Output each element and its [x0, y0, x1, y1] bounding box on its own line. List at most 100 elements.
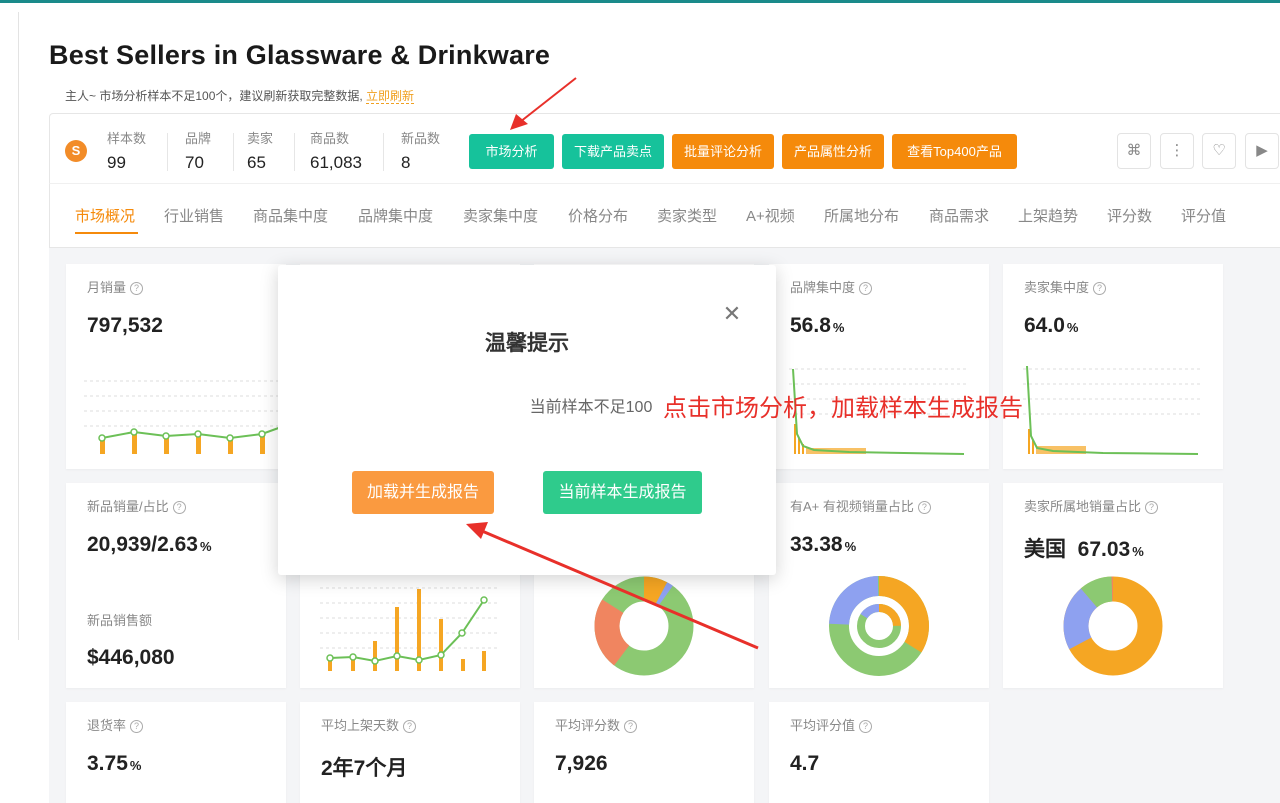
view-top400-button[interactable]: 查看Top400产品 — [892, 134, 1017, 169]
stat-product-count: 商品数 61,083 — [310, 128, 362, 173]
generate-current-sample-button[interactable]: 当前样本生成报告 — [543, 471, 702, 514]
help-icon[interactable]: ? — [130, 720, 144, 733]
seller-concentration-chart — [1023, 365, 1203, 455]
card-value: 7,926 — [555, 752, 608, 775]
card-value: 20,939/2.63% — [87, 533, 212, 557]
aplus-donut-chart — [829, 576, 929, 676]
help-icon[interactable]: ? — [917, 501, 931, 514]
card-label-text: 新品销量/占比 — [87, 499, 169, 514]
card-value: 797,532 — [87, 314, 163, 337]
stat-label: 样本数 — [107, 131, 147, 146]
card-aplus-video: 有A+ 有视频销量占比? 33.38% — [769, 483, 989, 688]
card-brand-concentration: 品牌集中度? 56.8% — [769, 264, 989, 469]
tab-location-distribution[interactable]: 所属地分布 — [824, 205, 899, 226]
help-icon[interactable]: ? — [1145, 501, 1159, 514]
value-unit: % — [199, 539, 212, 554]
help-icon[interactable]: ? — [859, 720, 873, 733]
card-value: 33.38% — [790, 533, 856, 557]
card-label-text: 有A+ 有视频销量占比 — [790, 499, 914, 514]
heart-icon[interactable]: ♡ — [1202, 133, 1236, 169]
price-donut-chart — [594, 576, 694, 676]
tab-aplus-video[interactable]: A+视频 — [746, 205, 795, 226]
location-donut-chart — [1063, 576, 1163, 676]
tab-listing-trend[interactable]: 上架趋势 — [1018, 205, 1078, 226]
stat-divider — [233, 133, 234, 171]
card-avg-rating: 平均评分值? 4.7 — [769, 702, 989, 803]
card-value: 56.8% — [790, 314, 844, 338]
tab-price-distribution[interactable]: 价格分布 — [568, 205, 628, 226]
value-number: 3.75 — [87, 752, 128, 775]
top-accent-bar — [0, 0, 1280, 3]
stat-label: 品牌 — [185, 131, 212, 146]
tab-review-count[interactable]: 评分数 — [1107, 205, 1152, 226]
sellersprite-logo-icon: S — [65, 140, 87, 162]
page-title: Best Sellers in Glassware & Drinkware — [49, 40, 551, 70]
tab-product-demand[interactable]: 商品需求 — [929, 205, 989, 226]
card-value: 64.0% — [1024, 314, 1078, 338]
attribute-analysis-button[interactable]: 产品属性分析 — [782, 134, 884, 169]
card-label: 退货率? — [87, 715, 144, 734]
tab-industry-sales[interactable]: 行业销售 — [164, 205, 224, 226]
card-label-text: 平均评分值 — [790, 718, 856, 733]
card-label: 品牌集中度? — [790, 277, 873, 296]
card-value: 美国 67.03% — [1024, 533, 1144, 563]
help-icon[interactable]: ? — [130, 282, 144, 295]
refresh-link[interactable]: 立即刷新 — [366, 89, 415, 104]
stat-label: 商品数 — [310, 131, 350, 146]
value-number: 33.38 — [790, 533, 843, 556]
card-value: 4.7 — [790, 752, 820, 775]
tab-seller-concentration[interactable]: 卖家集中度 — [463, 205, 538, 226]
card-value: 2年7个月 — [321, 757, 408, 780]
load-and-generate-button[interactable]: 加载并生成报告 — [352, 471, 494, 514]
stat-brand-count: 品牌 70 — [185, 128, 211, 173]
card-label-text: 卖家所属地销量占比 — [1024, 499, 1142, 514]
card-avg-review-count: 平均评分数? 7,926 — [534, 702, 754, 803]
help-icon[interactable]: ? — [172, 501, 186, 514]
card-label-text: 月销量 — [87, 280, 127, 295]
card-label: 卖家集中度? — [1024, 277, 1107, 296]
card-label: 平均上架天数? — [321, 715, 417, 734]
value-unit: % — [1066, 320, 1079, 335]
card-new-product-sales: 新品销量/占比? 20,939/2.63% 新品销售额 $446,080 — [66, 483, 286, 688]
download-selling-points-button[interactable]: 下载产品卖点 — [562, 134, 664, 169]
card-label: 月销量? — [87, 277, 144, 296]
play-icon[interactable]: ▶ — [1245, 133, 1279, 169]
card-label: 卖家所属地销量占比? — [1024, 496, 1159, 515]
card-sub-value: $446,080 — [87, 646, 175, 669]
batch-review-analysis-button[interactable]: 批量评论分析 — [672, 134, 774, 169]
value-unit: % — [844, 539, 857, 554]
card-label-text: 平均评分数 — [555, 718, 621, 733]
card-return-rate: 退货率? 3.75% — [66, 702, 286, 803]
stat-new-product-count: 新品数 8 — [401, 128, 440, 173]
sample-notice: 主人~ 市场分析样本不足100个，建议刷新获取完整数据, 立即刷新 — [65, 87, 415, 104]
stat-divider — [383, 133, 384, 171]
help-icon[interactable]: ? — [624, 720, 638, 733]
tab-market-overview[interactable]: 市场概况 — [75, 205, 135, 226]
command-icon[interactable]: ⌘ — [1117, 133, 1151, 169]
card-seller-concentration: 卖家集中度? 64.0% — [1003, 264, 1223, 469]
tab-brand-concentration[interactable]: 品牌集中度 — [358, 205, 433, 226]
value-number: 20,939/2.63 — [87, 533, 198, 556]
country-name: 美国 — [1024, 538, 1066, 561]
tab-product-concentration[interactable]: 商品集中度 — [253, 205, 328, 226]
tab-rating-value[interactable]: 评分值 — [1181, 205, 1226, 226]
help-icon[interactable]: ? — [403, 720, 417, 733]
stat-label: 卖家 — [247, 131, 274, 146]
stat-label: 新品数 — [401, 131, 441, 146]
help-icon[interactable]: ? — [1093, 282, 1107, 295]
market-analysis-button[interactable]: 市场分析 — [469, 134, 554, 169]
stat-value: 8 — [401, 153, 411, 172]
value-unit: % — [1132, 544, 1144, 559]
stat-value: 99 — [107, 153, 126, 172]
close-icon[interactable]: ✕ — [720, 301, 744, 327]
card-label: 平均评分值? — [790, 715, 873, 734]
stat-divider — [167, 133, 168, 171]
tab-seller-type[interactable]: 卖家类型 — [657, 205, 717, 226]
card-seller-location: 卖家所属地销量占比? 美国 67.03% — [1003, 483, 1223, 688]
help-icon[interactable]: ? — [859, 282, 873, 295]
value-unit: % — [129, 758, 142, 773]
more-vertical-icon[interactable]: ⋮ — [1160, 133, 1194, 169]
sample-notice-text: 主人~ 市场分析样本不足100个，建议刷新获取完整数据, — [65, 89, 363, 103]
value-unit: % — [832, 320, 845, 335]
card-label: 新品销量/占比? — [87, 496, 186, 515]
